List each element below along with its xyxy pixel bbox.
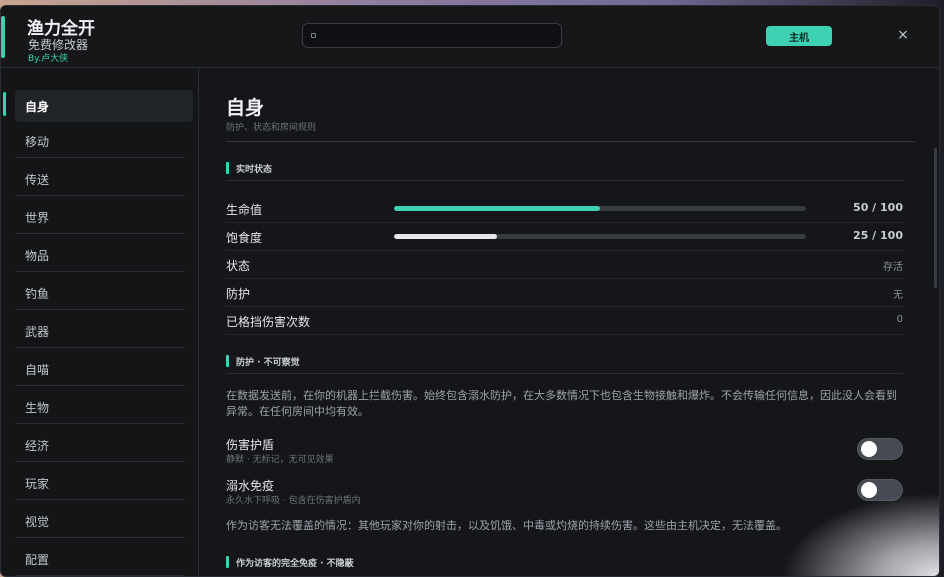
sidebar-item-weapons[interactable]: 武器: [15, 316, 185, 348]
toggle-sub: 静默 · 无标记，无可见效果: [226, 455, 334, 465]
stat-label: 已格挡伤害次数: [226, 315, 311, 329]
section-title: 实时状态: [236, 165, 273, 175]
damage-shield-toggle[interactable]: [857, 438, 903, 460]
toggle-knob: [861, 441, 877, 457]
section-accent: [226, 355, 229, 367]
stat-label: 生命值: [226, 203, 263, 217]
protection-description: 在数据发送前，在你的机器上拦截伤害。始终包含溺水防护，在大多数情况下也包含生物接…: [226, 389, 897, 418]
sidebar-item-fishing[interactable]: 钓鱼: [15, 278, 185, 310]
stat-value: 0: [896, 314, 903, 325]
sidebar-item-autoaim[interactable]: 自喵: [15, 354, 185, 386]
search-icon: [311, 33, 316, 38]
stat-label: 防护: [226, 287, 251, 301]
toggle-sub: 永久水下呼吸 · 包含在伤害护盾内: [226, 496, 361, 506]
app-credit: By.卢大侠: [28, 54, 69, 64]
sidebar-item-self[interactable]: 自身: [15, 90, 193, 122]
section-header-protection: 防护 · 不可察觉: [226, 355, 300, 369]
hunger-meter-fill: [394, 234, 497, 239]
toggle-row-damage-shield: 伤害护盾 静默 · 无标记，无可见效果: [226, 436, 903, 470]
health-meter-fill: [394, 206, 600, 211]
health-meter: [394, 206, 806, 211]
sidebar-item-visuals[interactable]: 视觉: [15, 506, 185, 538]
sidebar-item-economy[interactable]: 经济: [15, 430, 185, 462]
stat-row-protection: 防护 无: [226, 279, 903, 307]
sidebar-item-world[interactable]: 世界: [15, 202, 185, 234]
title-bar: 渔力全开 免费修改器 By.卢大侠 主机 ×: [1, 6, 939, 68]
stat-value: 存活: [883, 262, 903, 273]
stat-value: 无: [893, 290, 903, 301]
stat-value: 25 / 100: [853, 229, 903, 242]
page-subtitle: 防护、状态和房间规则: [226, 123, 317, 133]
section-header-guest: 作为访客的完全免疫 · 不隐蔽: [226, 556, 354, 570]
sidebar-item-items[interactable]: 物品: [15, 240, 185, 272]
hunger-meter: [394, 234, 806, 239]
section-accent: [226, 556, 229, 568]
stat-row-hunger: 饱食度 25 / 100: [226, 223, 903, 251]
sidebar-item-players[interactable]: 玩家: [15, 468, 185, 500]
stat-row-health: 生命值 50 / 100: [226, 195, 903, 223]
app-window: 渔力全开 免费修改器 By.卢大侠 主机 × 自身 移动 传送 世界 物品 钓鱼…: [0, 5, 940, 577]
toggle-label: 溺水免疫: [226, 479, 275, 493]
scrollbar[interactable]: [934, 148, 937, 288]
sidebar-item-move[interactable]: 移动: [15, 126, 185, 158]
search-input[interactable]: [302, 23, 562, 48]
section-title: 防护 · 不可察觉: [236, 358, 300, 368]
stat-row-blocked: 已格挡伤害次数 0: [226, 307, 903, 335]
section-title: 作为访客的完全免疫 · 不隐蔽: [236, 559, 354, 569]
title-accent-bar: [1, 16, 5, 58]
page-title: 自身: [226, 97, 265, 119]
sidebar: 自身 移动 传送 世界 物品 钓鱼 武器 自喵 生物 经济 玩家 视觉 配置: [1, 68, 199, 576]
sidebar-item-config[interactable]: 配置: [15, 544, 185, 576]
sidebar-item-teleport[interactable]: 传送: [15, 164, 185, 196]
stat-label: 饱食度: [226, 231, 263, 245]
close-icon[interactable]: ×: [894, 26, 912, 44]
stat-label: 状态: [226, 259, 251, 273]
sidebar-active-indicator: [3, 92, 6, 116]
sidebar-item-creatures[interactable]: 生物: [15, 392, 185, 424]
section-divider: [226, 180, 903, 181]
corner-overlay: [769, 486, 939, 576]
page-divider: [226, 141, 915, 142]
stat-row-state: 状态 存活: [226, 251, 903, 279]
host-button[interactable]: 主机: [766, 26, 832, 46]
section-accent: [226, 162, 229, 174]
stat-value: 50 / 100: [853, 201, 903, 214]
section-header-status: 实时状态: [226, 162, 272, 176]
toggle-label: 伤害护盾: [226, 438, 275, 452]
section-divider: [226, 373, 903, 374]
